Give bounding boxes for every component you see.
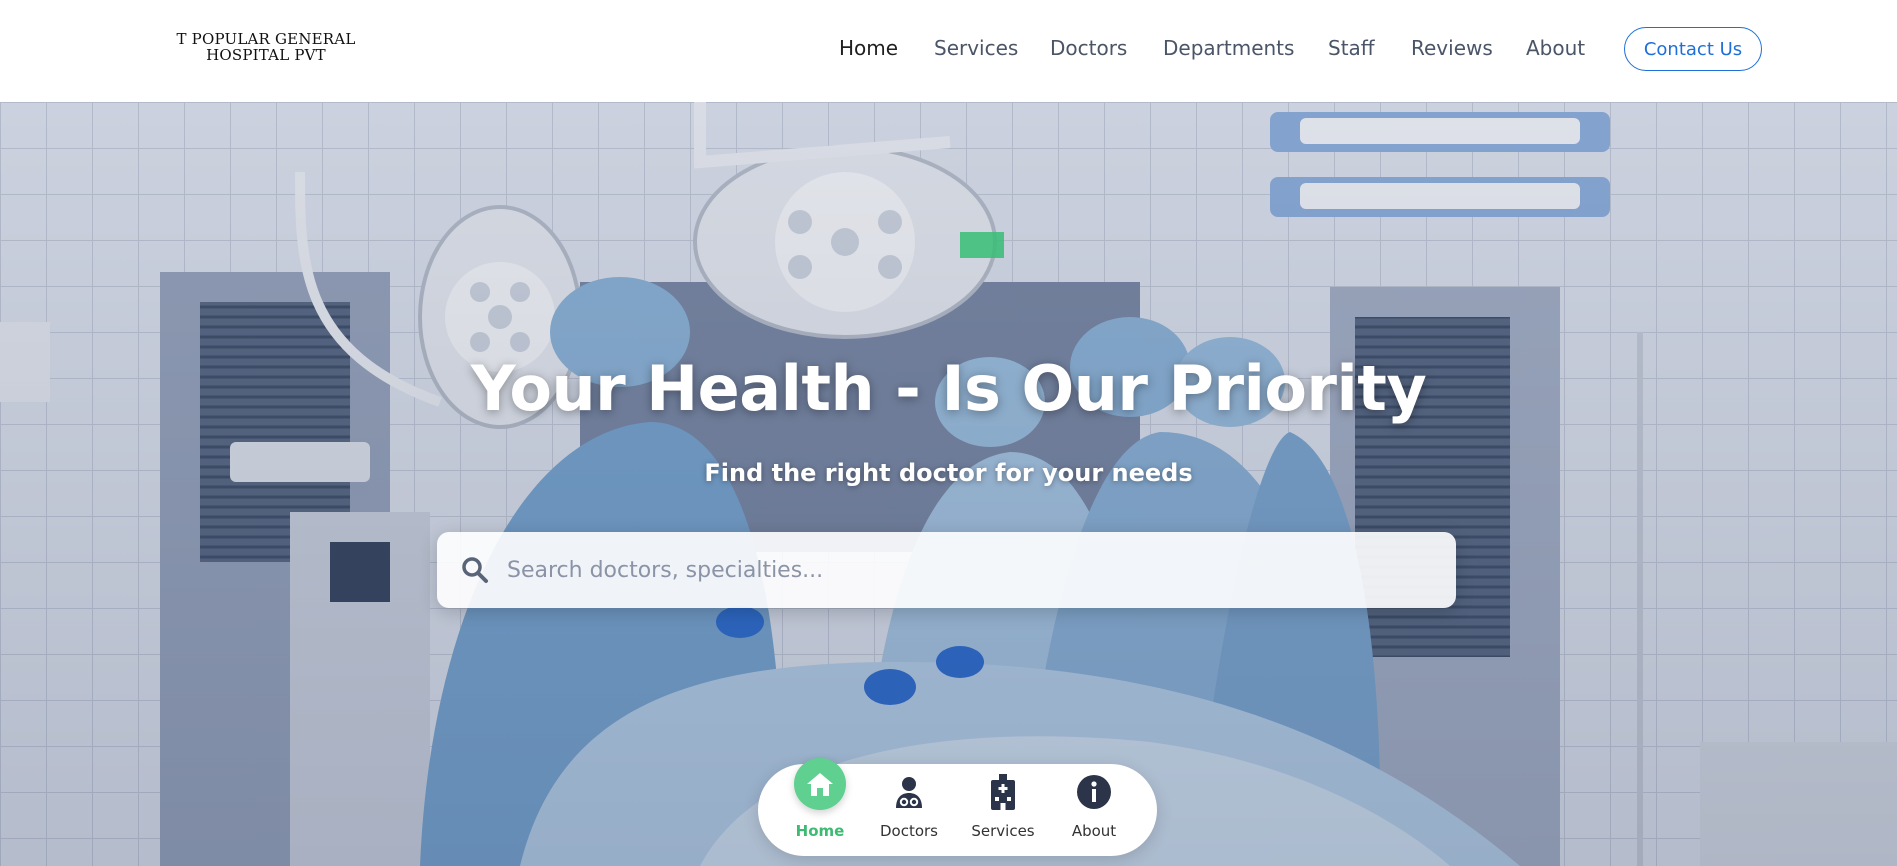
site-logo[interactable]: T POPULAR GENERAL HOSPITAL PVT [150,31,382,63]
nav-staff[interactable]: Staff [1328,36,1375,60]
bottom-dock: Home Doctors Services About [758,758,1157,856]
hero-section: Your Health - Is Our Priority Find the r… [0,102,1897,866]
search-icon[interactable] [461,556,489,584]
contact-us-button[interactable]: Contact Us [1624,27,1762,71]
site-header: T POPULAR GENERAL HOSPITAL PVT Home Serv… [0,0,1897,102]
dock-item-home[interactable]: Home [780,758,860,856]
dock-item-about[interactable]: About [1054,764,1134,856]
hospital-icon [979,768,1027,816]
logo-line-1: T POPULAR GENERAL [176,30,356,48]
dock-label-home: Home [795,822,845,840]
nav-reviews[interactable]: Reviews [1411,36,1493,60]
home-icon [794,758,846,810]
info-icon [1070,768,1118,816]
hero-title: Your Health - Is Our Priority [470,352,1427,425]
doctor-icon [885,768,933,816]
hero-subtitle: Find the right doctor for your needs [704,459,1193,487]
dock-label-doctors: Doctors [879,822,938,840]
dock-item-services[interactable]: Services [963,764,1043,856]
dock-label-about: About [1071,822,1117,840]
search-bar[interactable] [437,532,1456,608]
logo-line-2: HOSPITAL PVT [206,46,326,64]
search-input[interactable] [507,532,1427,608]
nav-doctors[interactable]: Doctors [1050,36,1127,60]
nav-home[interactable]: Home [839,36,898,60]
nav-departments[interactable]: Departments [1163,36,1294,60]
nav-services[interactable]: Services [934,36,1018,60]
dock-item-doctors[interactable]: Doctors [869,764,949,856]
nav-about[interactable]: About [1526,36,1585,60]
dock-label-services: Services [971,822,1035,840]
